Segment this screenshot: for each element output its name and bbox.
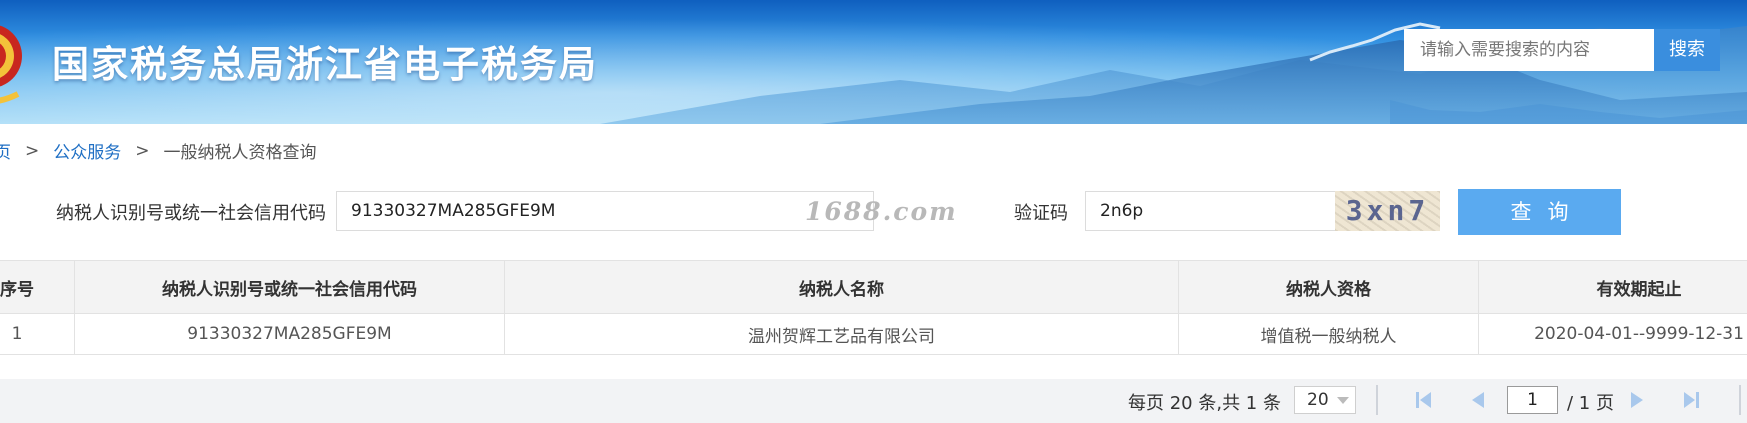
column-header-taxpayer-id: 纳税人识别号或统一社会信用代码 xyxy=(75,261,505,313)
taxpayer-id-input[interactable] xyxy=(336,191,874,231)
cell-index: 1 xyxy=(0,314,75,354)
next-page-icon[interactable] xyxy=(1625,388,1649,412)
breadcrumb-separator: > xyxy=(25,140,40,161)
captcha-label: 验证码 xyxy=(1014,203,1068,224)
page-size-value: 20 xyxy=(1307,390,1329,410)
pagination-divider xyxy=(1376,385,1378,415)
captcha-image[interactable]: 3xn7 xyxy=(1335,191,1440,231)
page-size-select[interactable]: 20 xyxy=(1294,386,1356,414)
table-row: 1 91330327MA285GFE9M 温州贺辉工艺品有限公司 增值税一般纳税… xyxy=(0,314,1747,355)
column-header-taxpayer-qualification: 纳税人资格 xyxy=(1179,261,1479,313)
column-header-taxpayer-name: 纳税人名称 xyxy=(505,261,1179,313)
first-page-icon[interactable] xyxy=(1412,388,1436,412)
cell-taxpayer-id: 91330327MA285GFE9M xyxy=(75,314,505,354)
pagination-bar: 每页 20 条,共 1 条 20 / 1 页 xyxy=(0,379,1747,423)
last-page-icon[interactable] xyxy=(1679,388,1703,412)
cell-validity-period: 2020-04-01--9999-12-31 xyxy=(1534,324,1744,344)
previous-page-icon[interactable] xyxy=(1466,388,1490,412)
tax-emblem-icon xyxy=(0,25,22,104)
taxpayer-id-label: 纳税人识别号或统一社会信用代码 xyxy=(56,203,326,224)
header-banner: 国家税务总局浙江省电子税务局 搜索 xyxy=(0,0,1747,124)
breadcrumb-public-service-link[interactable]: 公众服务 xyxy=(53,138,121,163)
site-title: 国家税务总局浙江省电子税务局 xyxy=(52,43,598,86)
breadcrumb-current: 一般纳税人资格查询 xyxy=(163,143,317,163)
pagination-divider xyxy=(1739,385,1741,415)
watermark: 1688.com xyxy=(805,197,958,226)
breadcrumb: 页 > 公众服务 > 一般纳税人资格查询 xyxy=(0,138,317,164)
column-header-validity-period: 有效期起止 xyxy=(1596,279,1682,300)
total-pages: / 1 页 xyxy=(1567,393,1614,414)
table-header-row: 序号 纳税人识别号或统一社会信用代码 纳税人名称 纳税人资格 有效期起止 xyxy=(0,260,1747,314)
chevron-down-icon xyxy=(1337,397,1349,404)
query-button[interactable]: 查询 xyxy=(1458,189,1621,235)
search-button[interactable]: 搜索 xyxy=(1654,29,1720,71)
captcha-input[interactable] xyxy=(1085,191,1337,231)
cell-taxpayer-qualification: 增值税一般纳税人 xyxy=(1179,314,1479,354)
breadcrumb-separator: > xyxy=(135,140,150,161)
search-input[interactable] xyxy=(1404,29,1654,71)
cell-taxpayer-name: 温州贺辉工艺品有限公司 xyxy=(505,314,1179,354)
current-page-input[interactable] xyxy=(1507,386,1558,414)
pagination-summary: 每页 20 条,共 1 条 xyxy=(1128,393,1281,414)
breadcrumb-home-link[interactable]: 页 xyxy=(0,138,11,163)
column-header-index: 序号 xyxy=(0,261,75,313)
